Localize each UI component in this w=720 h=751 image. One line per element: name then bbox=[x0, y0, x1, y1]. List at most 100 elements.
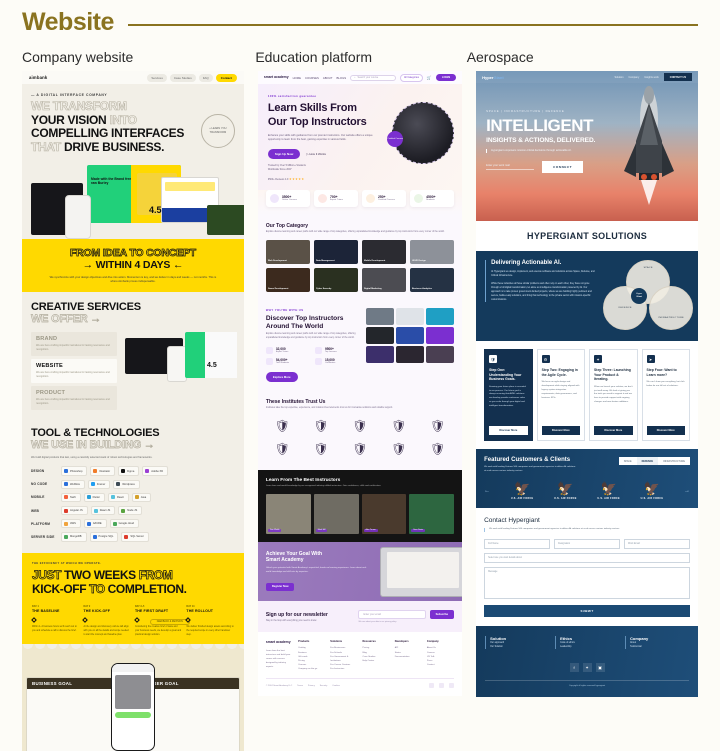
footer-link[interactable]: Documentation bbox=[395, 655, 422, 659]
aerospace-logo[interactable]: HyperGiant bbox=[482, 75, 504, 80]
service-item-website[interactable]: WEBSITE We are here crafting impactful n… bbox=[31, 358, 117, 383]
tech-pill[interactable]: Figma bbox=[118, 466, 140, 477]
newsletter-email-input[interactable]: Enter your email bbox=[358, 610, 426, 620]
footer-link[interactable]: Help Center bbox=[363, 659, 390, 663]
discover-more-button[interactable]: Discover More bbox=[541, 426, 581, 435]
tech-pill[interactable]: SQL Server bbox=[121, 531, 149, 542]
connect-button[interactable]: CONNECT bbox=[542, 161, 584, 174]
register-now-button[interactable]: Register Now bbox=[265, 582, 295, 591]
aerospace-step-0[interactable]: 🛡 Step One: Understanding Your Business G… bbox=[484, 349, 533, 441]
tech-pill[interactable]: Google cloud bbox=[109, 518, 139, 529]
instagram-icon[interactable] bbox=[449, 683, 455, 689]
aerospace-step-3[interactable]: ➤ Step Four: Want to Learn more? We can't … bbox=[641, 349, 690, 441]
carousel-prev-icon[interactable]: ← bbox=[484, 488, 490, 494]
tech-pill[interactable]: Adobe XD bbox=[142, 466, 169, 477]
footer-link[interactable]: For Government & Institutions bbox=[330, 655, 357, 663]
discover-more-button[interactable]: Discover More bbox=[489, 426, 528, 435]
submit-button[interactable]: SUBMIT bbox=[484, 604, 690, 617]
tech-pill[interactable]: Framer bbox=[87, 479, 111, 490]
cart-icon[interactable]: 🛒 bbox=[427, 75, 432, 80]
footer-legal-1[interactable]: Privacy bbox=[308, 685, 315, 687]
carousel-next-icon[interactable]: → bbox=[684, 488, 690, 494]
category-tile[interactable]: Digital Marketing bbox=[362, 267, 407, 292]
aerospace-nav-link-0[interactable]: Solution bbox=[614, 76, 623, 79]
footer-link[interactable]: Leadership bbox=[560, 645, 619, 649]
work-email-field[interactable]: Work Email bbox=[624, 538, 691, 549]
explore-more-button[interactable]: Explore More bbox=[265, 371, 298, 382]
aerospace-contact-button[interactable]: CONTACT US bbox=[663, 73, 692, 81]
category-tile[interactable]: Web Development bbox=[265, 239, 310, 264]
twitter-icon[interactable] bbox=[439, 683, 445, 689]
company-nav-link-1[interactable]: Case Studies bbox=[169, 73, 196, 82]
discover-more-button[interactable]: Discover More bbox=[594, 426, 633, 435]
tech-pill[interactable]: AWS bbox=[61, 518, 81, 529]
education-login-button[interactable]: LOGIN bbox=[435, 74, 457, 81]
company-website-column[interactable]: aimbank Services Case Studies FAQ Contac… bbox=[22, 71, 244, 751]
discover-more-button[interactable]: Discover More bbox=[646, 426, 685, 435]
company-nav-link-0[interactable]: Services bbox=[147, 73, 167, 82]
subscribe-button[interactable]: Subscribe bbox=[429, 610, 455, 620]
tech-pill[interactable]: Swift bbox=[61, 492, 81, 503]
footer-link[interactable]: Company on the go bbox=[298, 667, 325, 671]
tab-defence[interactable]: DEFENCE bbox=[636, 457, 659, 465]
twitter-icon[interactable]: ✦ bbox=[582, 663, 592, 673]
category-tile[interactable]: Game Development bbox=[265, 267, 310, 292]
category-tile[interactable]: Mobile Development bbox=[362, 239, 407, 264]
education-categories-pill[interactable]: All Categories bbox=[400, 73, 423, 82]
aerospace-nav-link-1[interactable]: Company bbox=[629, 76, 640, 79]
tech-pill[interactable]: React JS bbox=[90, 505, 116, 516]
company-nav-link-2[interactable]: FAQ bbox=[198, 73, 213, 82]
tech-pill[interactable]: React bbox=[107, 492, 129, 503]
footer-legal-3[interactable]: Cookies bbox=[332, 685, 340, 687]
facebook-icon[interactable]: f bbox=[569, 663, 579, 673]
facebook-icon[interactable] bbox=[429, 683, 435, 689]
company-logo[interactable]: aimbank bbox=[29, 75, 47, 80]
footer-link[interactable]: For Instructors bbox=[330, 667, 357, 671]
aerospace-step-1[interactable]: ⚙ Step Two: Engaging in the Agile Cycle. W… bbox=[536, 349, 586, 441]
footer-link[interactable]: Contact bbox=[427, 663, 454, 667]
tech-pill[interactable]: AZURE bbox=[83, 518, 107, 529]
service-item-product[interactable]: PRODUCT We are here crafting impactful n… bbox=[31, 385, 117, 410]
message-textarea[interactable]: Message bbox=[484, 566, 690, 599]
tech-pill[interactable]: Java bbox=[131, 492, 152, 503]
company-hero-badge[interactable]: + LEARN YOU TRANSFORM bbox=[200, 114, 235, 148]
footer-legal-0[interactable]: Terms bbox=[297, 685, 303, 687]
details-select[interactable]: Select are you want details about bbox=[484, 552, 690, 563]
designation-field[interactable]: Designation bbox=[554, 538, 621, 549]
footer-link[interactable]: Testimonial bbox=[630, 645, 689, 649]
education-nav-link-3[interactable]: BLOGS bbox=[336, 76, 346, 80]
category-tile[interactable]: Cyber Security bbox=[313, 267, 358, 292]
tab-infrastructure[interactable]: INFRASTRUCTURE bbox=[658, 457, 690, 465]
service-item-brand[interactable]: BRAND We are here crafting impactful nar… bbox=[31, 331, 117, 356]
tech-pill[interactable]: Photoshop bbox=[61, 466, 88, 477]
education-nav-link-2[interactable]: ABOUT bbox=[323, 76, 333, 80]
aerospace-nav-link-2[interactable]: Insights work bbox=[644, 76, 659, 79]
education-nav-link-0[interactable]: HOME bbox=[293, 76, 301, 80]
instagram-icon[interactable]: ▣ bbox=[595, 663, 605, 673]
footer-legal-2[interactable]: Security bbox=[320, 685, 328, 687]
category-tile[interactable]: UI/UX Design bbox=[410, 239, 455, 264]
aerospace-column[interactable]: HyperGiant Solution Company Insights wor… bbox=[476, 71, 698, 698]
aerospace-step-2[interactable]: ✦ Step Three: Launching Your Product & It… bbox=[589, 349, 638, 441]
aerospace-email-input[interactable]: Enter your work mail bbox=[486, 164, 535, 171]
category-tile[interactable]: Business Analytics bbox=[410, 267, 455, 292]
tech-pill[interactable]: Flutter bbox=[83, 492, 105, 503]
education-platform-column[interactable]: smart academy HOME COURSES ABOUT BLOGS ⌕… bbox=[257, 71, 463, 697]
company-contact-button[interactable]: Contact bbox=[215, 73, 237, 82]
education-nav-link-1[interactable]: COURSES bbox=[305, 76, 319, 80]
tech-pill[interactable]: Wordpress bbox=[113, 479, 140, 490]
tech-pill[interactable]: Angular JS bbox=[61, 505, 88, 516]
category-tile[interactable]: Data Management bbox=[313, 239, 358, 264]
tech-pill[interactable]: Postgre SQL bbox=[89, 531, 119, 542]
full-name-field[interactable]: Full Name bbox=[484, 538, 551, 549]
tech-pill[interactable]: Webflow bbox=[61, 479, 85, 490]
tab-space[interactable]: SPACE bbox=[619, 457, 637, 465]
education-logo[interactable]: smart academy bbox=[264, 75, 289, 79]
education-search-input[interactable]: ⌕ Search your course bbox=[350, 74, 397, 81]
tech-pill[interactable]: Node JS bbox=[118, 505, 143, 516]
tech-pill[interactable]: MongoDB bbox=[61, 531, 87, 542]
signup-button[interactable]: Sign Up Now bbox=[267, 148, 301, 159]
tech-pill[interactable]: Illustrator bbox=[90, 466, 116, 477]
how-it-works-link[interactable]: ▷ How It Works bbox=[306, 152, 326, 156]
footer-link[interactable]: Our Solution bbox=[490, 645, 549, 649]
